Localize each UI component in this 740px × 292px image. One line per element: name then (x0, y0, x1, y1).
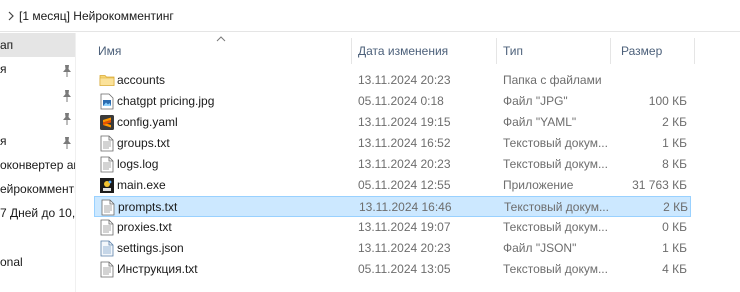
file-name: Инструкция.txt (117, 262, 198, 276)
nav-item-label: ейрокомментин (0, 182, 75, 196)
file-row[interactable]: config.yaml 13.11.2024 19:15 Файл "YAML" 2 … (94, 112, 691, 133)
file-type: Текстовый докум... (503, 157, 608, 171)
file-name: main.exe (117, 178, 166, 192)
file-type: Текстовый докум... (503, 220, 608, 234)
column-header-type[interactable]: Тип (503, 38, 523, 64)
file-size: 1 КБ (662, 241, 687, 255)
file-size (608, 70, 687, 91)
pin-icon (61, 134, 73, 149)
column-divider[interactable] (351, 38, 352, 64)
file-date: 13.11.2024 19:15 (358, 115, 451, 129)
file-size: 2 КБ (663, 200, 688, 214)
file-date: 05.11.2024 0:18 (358, 94, 444, 108)
json-file-icon (99, 240, 115, 257)
nav-item-label: ап (0, 38, 14, 52)
chevron-right-icon[interactable] (6, 10, 16, 22)
file-size: 1 КБ (662, 136, 687, 150)
file-row[interactable]: chatgpt pricing.jpg 05.11.2024 0:18 Файл "… (94, 91, 691, 112)
column-divider[interactable] (610, 38, 611, 64)
text-file-icon (99, 156, 115, 173)
file-name: settings.json (117, 241, 184, 255)
file-name: chatgpt pricing.jpg (117, 94, 215, 108)
file-name: proxies.txt (117, 220, 172, 234)
file-date: 13.11.2024 19:07 (358, 220, 451, 234)
nav-item[interactable]: я (0, 129, 75, 153)
sublime-file-icon (99, 114, 115, 131)
file-name: config.yaml (117, 115, 178, 129)
file-type: Текстовый докум... (503, 262, 608, 276)
pin-icon (61, 110, 73, 125)
nav-item-label: я (0, 134, 7, 148)
file-name: accounts (117, 73, 166, 87)
file-type: Текстовый докум... (504, 200, 609, 214)
nav-item[interactable]: я (0, 57, 75, 81)
file-type: Приложение (503, 178, 574, 192)
nav-item[interactable] (0, 105, 75, 129)
nav-item[interactable] (0, 225, 75, 249)
file-size: 2 КБ (662, 115, 687, 129)
file-size: 4 КБ (662, 262, 687, 276)
column-header-row: Имя Дата изменения Тип Размер (96, 38, 696, 64)
file-row[interactable]: accounts 13.11.2024 20:23 Папка с файлами (94, 70, 691, 91)
text-file-icon (100, 199, 116, 216)
folder-icon (99, 72, 115, 89)
file-type: Файл "JPG" (503, 94, 568, 108)
pin-icon (61, 62, 73, 77)
pin-icon (61, 87, 73, 102)
nav-item-label: оконвертер ак (0, 158, 76, 172)
nav-item-label: 7 Дней до 10,00 (0, 206, 76, 220)
file-row[interactable]: settings.json 13.11.2024 20:23 Файл "JSON"… (94, 238, 691, 259)
file-type: Папка с файлами (503, 73, 602, 87)
column-divider[interactable] (496, 38, 497, 64)
text-file-icon (99, 219, 115, 236)
file-size: 8 КБ (662, 157, 687, 171)
navigation-pane: ап я я оконвертер ак ейрокомментин 7 Дней до … (0, 33, 76, 292)
file-row[interactable]: proxies.txt 13.11.2024 19:07 Текстовый док… (94, 217, 691, 238)
file-date: 05.11.2024 12:55 (358, 178, 451, 192)
nav-item[interactable]: ейрокомментин (0, 177, 75, 201)
column-header-date[interactable]: Дата изменения (358, 38, 448, 64)
nav-item[interactable]: 7 Дней до 10,00 (0, 201, 76, 225)
nav-item[interactable] (0, 82, 75, 106)
file-size: 100 КБ (648, 94, 687, 108)
exe-file-icon (99, 177, 115, 194)
file-row[interactable]: prompts.txt 13.11.2024 16:46 Текстовый док… (94, 196, 691, 217)
text-file-icon (99, 135, 115, 152)
file-size: 31 763 КБ (632, 178, 687, 192)
text-file-icon (99, 261, 115, 278)
file-name: logs.log (117, 157, 159, 171)
nav-item[interactable]: onal (0, 250, 75, 274)
file-date: 13.11.2024 16:46 (359, 200, 452, 214)
file-type: Текстовый докум... (503, 136, 608, 150)
file-date: 13.11.2024 16:52 (358, 136, 451, 150)
nav-item-label: я (0, 62, 7, 76)
file-row[interactable]: main.exe 05.11.2024 12:55 Приложение 31 763… (94, 175, 691, 196)
address-path[interactable]: [1 месяц] Нейрокомментинг (19, 9, 174, 23)
column-divider[interactable] (694, 38, 695, 64)
file-type: Файл "YAML" (503, 115, 577, 129)
file-date: 05.11.2024 13:05 (358, 262, 451, 276)
column-header-name[interactable]: Имя (98, 38, 121, 64)
file-date: 13.11.2024 20:23 (358, 157, 451, 171)
file-row[interactable]: Инструкция.txt 05.11.2024 13:05 Текстовый … (94, 259, 691, 280)
file-size: 0 КБ (662, 220, 687, 234)
nav-item-label: onal (0, 255, 23, 269)
file-name: prompts.txt (118, 200, 178, 214)
image-file-icon (99, 93, 115, 110)
address-bar[interactable]: [1 месяц] Нейрокомментинг (0, 0, 740, 32)
column-header-size[interactable]: Размер (621, 38, 662, 64)
file-date: 13.11.2024 20:23 (358, 73, 451, 87)
file-row[interactable]: groups.txt 13.11.2024 16:52 Текстовый доку… (94, 133, 691, 154)
file-row[interactable]: logs.log 13.11.2024 20:23 Текстовый докум.… (94, 154, 691, 175)
file-type: Файл "JSON" (503, 241, 577, 255)
nav-item[interactable]: оконвертер ак (0, 153, 76, 177)
file-name: groups.txt (117, 136, 170, 150)
nav-item[interactable]: ап (0, 33, 75, 57)
file-date: 13.11.2024 20:23 (358, 241, 451, 255)
